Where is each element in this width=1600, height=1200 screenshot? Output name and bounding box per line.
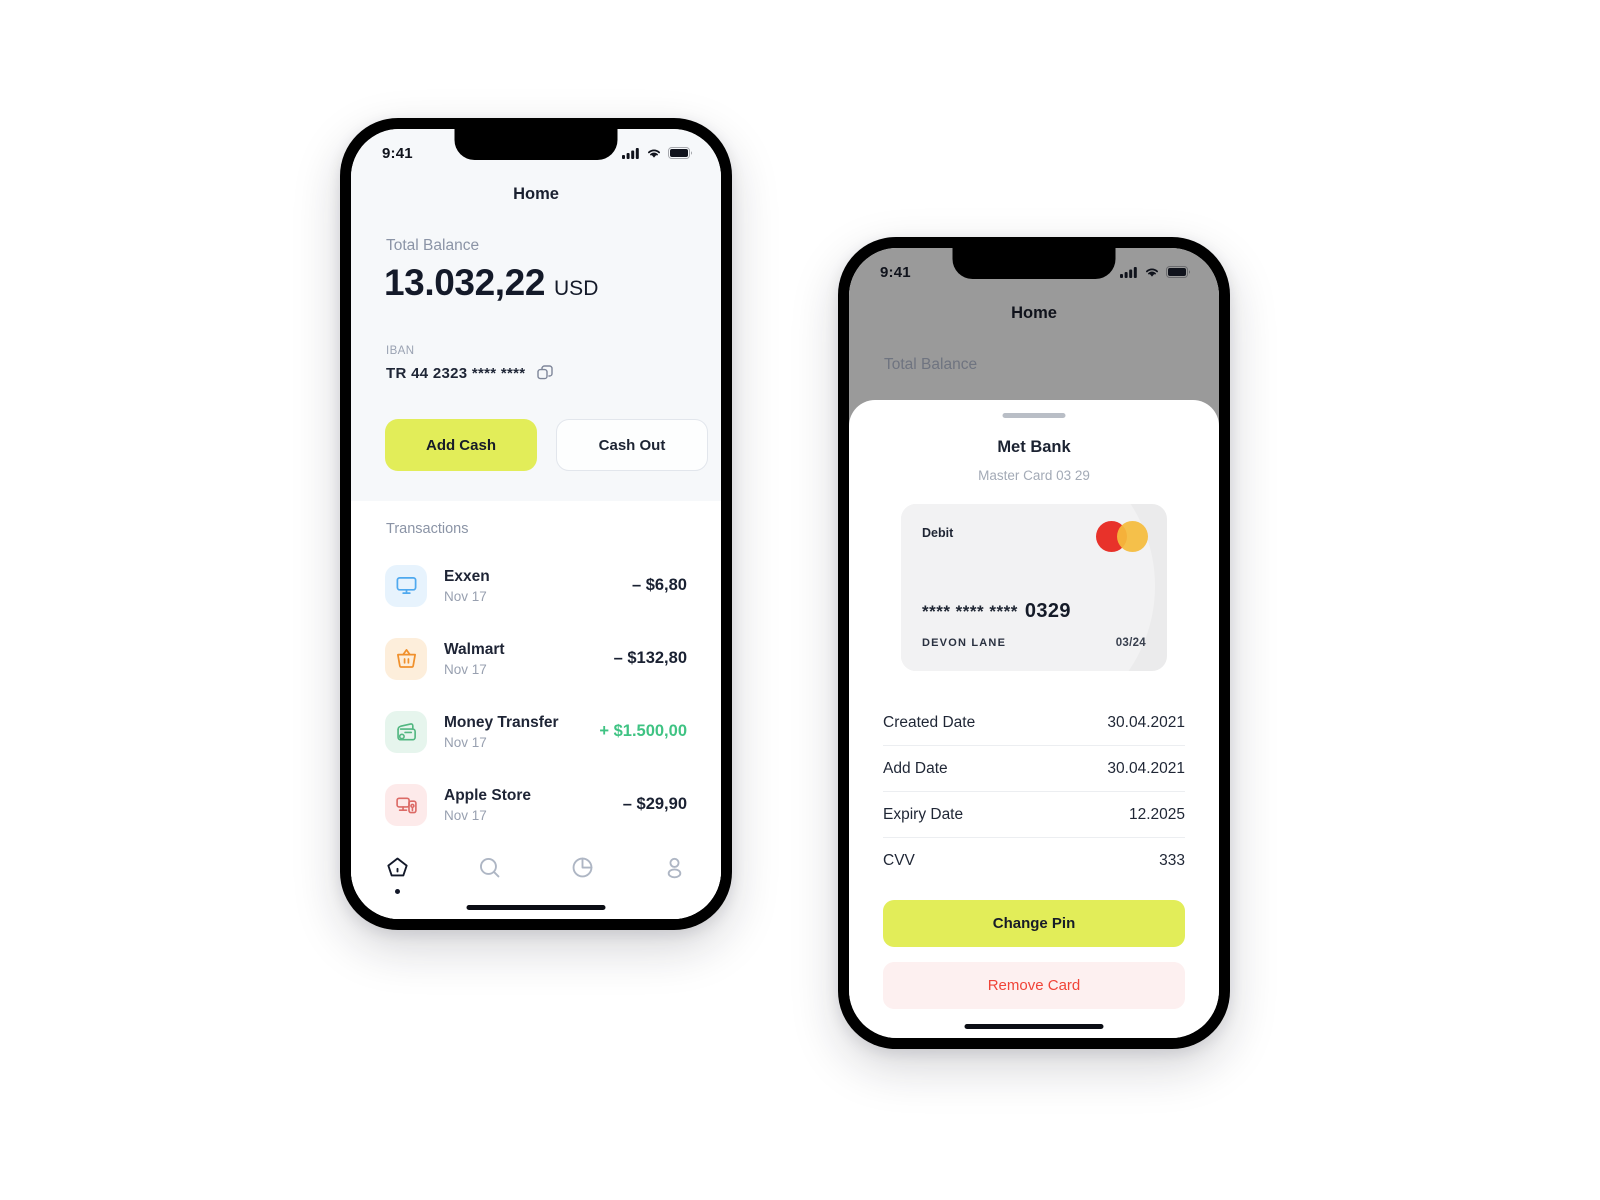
balance-amount: 13.032,22 (384, 262, 546, 303)
change-pin-button[interactable]: Change Pin (883, 900, 1185, 947)
transaction-date: Nov 17 (444, 808, 487, 824)
remove-card-button[interactable]: Remove Card (883, 962, 1185, 1009)
card-footer-row: DEVON LANE 03/24 (922, 637, 1146, 649)
card-masked-digits: **** **** **** (922, 602, 1018, 621)
balance-panel: Home Total Balance 13.032,22 USD IBAN TR… (351, 129, 721, 501)
detail-value: 12.2025 (1128, 805, 1185, 823)
card-detail-sheet: Met Bank Master Card 03 29 Debit **** **… (849, 400, 1219, 1038)
card-number-row: **** **** **** 0329 (922, 600, 1071, 623)
card-screen-surface: Home Total Balance 9:41 Met Bank Master … (849, 248, 1219, 1038)
iban-label: IBAN (386, 345, 415, 357)
home-icon (387, 857, 408, 877)
card-details-list: Created Date 30.04.2021 Add Date 30.04.2… (883, 700, 1185, 884)
detail-value: 30.04.2021 (1107, 759, 1185, 777)
balance-currency: USD (554, 277, 599, 300)
status-time: 9:41 (880, 263, 911, 281)
mastercard-icon (1096, 521, 1148, 552)
page-title: Home (513, 185, 559, 203)
mastercard-yellow-circle (1117, 521, 1148, 552)
table-row[interactable]: Money Transfer Nov 17 + $1.500,00 (351, 695, 721, 768)
bank-name: Met Bank (997, 438, 1071, 456)
page-title: Home (1011, 304, 1057, 322)
balance-label: Total Balance (386, 237, 480, 254)
cash-out-button[interactable]: Cash Out (556, 419, 708, 471)
iban-value: TR 44 2323 **** **** (386, 365, 526, 382)
table-row: Add Date 30.04.2021 (883, 746, 1185, 792)
detail-label: CVV (883, 852, 915, 869)
monitor-icon (385, 564, 427, 607)
transaction-date: Nov 17 (444, 589, 487, 605)
add-cash-button[interactable]: Add Cash (385, 419, 537, 471)
transaction-date: Nov 17 (444, 662, 487, 678)
cellular-bars-icon (622, 148, 639, 159)
table-row: CVV 333 (883, 838, 1185, 884)
card-last-four: 0329 (1024, 600, 1071, 622)
cellular-bars-icon (1120, 267, 1137, 278)
balance-label: Total Balance (884, 356, 978, 373)
tab-profile[interactable] (629, 855, 722, 880)
notch (952, 248, 1116, 279)
table-row[interactable]: Walmart Nov 17 – $132,80 (351, 622, 721, 695)
battery-icon (1166, 266, 1190, 278)
sheet-drag-handle[interactable] (1002, 413, 1066, 418)
detail-label: Expiry Date (883, 805, 964, 823)
transactions-heading: Transactions (386, 521, 469, 537)
credit-card-visual: Debit **** **** **** 0329 DEVON LANE 03/… (901, 504, 1167, 671)
home-indicator (964, 1024, 1104, 1029)
transaction-amount: + $1.500,00 (599, 722, 687, 740)
iban-row: TR 44 2323 **** **** (386, 365, 554, 382)
transaction-name: Apple Store (444, 786, 531, 804)
phone-card-detail-screen: Home Total Balance 9:41 Met Bank Master … (838, 237, 1230, 1049)
active-tab-indicator (394, 889, 400, 894)
basket-icon (385, 637, 427, 680)
sheet-action-buttons: Change Pin Remove Card (883, 900, 1185, 1009)
detail-label: Add Date (883, 759, 948, 777)
notch (454, 129, 618, 160)
cta-row: Add Cash Cash Out (385, 419, 708, 471)
balance-value-row: 13.032,22 USD (384, 262, 598, 304)
phone-home-screen: 9:41 Home Total Balance 13.032,22 USD IB… (340, 118, 732, 930)
transaction-name: Money Transfer (444, 713, 559, 731)
card-subtitle: Master Card 03 29 (978, 468, 1090, 483)
card-type-label: Debit (922, 526, 954, 540)
pie-chart-icon (572, 857, 593, 878)
transaction-amount: – $29,90 (622, 795, 687, 813)
transaction-amount: – $6,80 (631, 576, 687, 594)
transaction-amount: – $132,80 (613, 649, 687, 667)
wifi-icon (1146, 268, 1158, 277)
tab-stats[interactable] (536, 855, 629, 880)
transaction-date: Nov 17 (444, 735, 487, 751)
search-icon (480, 858, 500, 878)
battery-icon (668, 147, 692, 159)
wifi-icon (648, 149, 660, 158)
detail-label: Created Date (883, 713, 976, 731)
card-expiry: 03/24 (1115, 637, 1146, 649)
table-row: Created Date 30.04.2021 (883, 700, 1185, 746)
table-row: Expiry Date 12.2025 (883, 792, 1185, 838)
tab-home[interactable] (351, 855, 444, 894)
card-holder-name: DEVON LANE (922, 637, 1007, 649)
copy-icon[interactable] (537, 365, 554, 382)
tab-search[interactable] (444, 855, 537, 880)
transaction-name: Walmart (444, 640, 505, 658)
wallet-icon (385, 710, 427, 753)
user-icon (667, 857, 682, 879)
table-row[interactable]: Apple Store Nov 17 – $29,90 (351, 768, 721, 841)
transaction-name: Exxen (444, 567, 490, 585)
detail-value: 333 (1159, 852, 1185, 869)
table-row[interactable]: Exxen Nov 17 – $6,80 (351, 549, 721, 622)
home-screen-surface: 9:41 Home Total Balance 13.032,22 USD IB… (351, 129, 721, 919)
status-time: 9:41 (382, 144, 413, 162)
detail-value: 30.04.2021 (1107, 713, 1185, 731)
card-reader-icon (385, 783, 427, 826)
home-indicator (466, 905, 606, 910)
